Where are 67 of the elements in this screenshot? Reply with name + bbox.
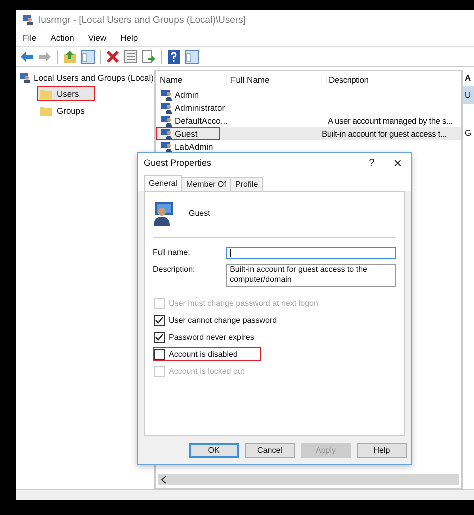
tab[interactable]: General: [144, 175, 182, 191]
checkbox[interactable]: [154, 348, 165, 360]
folder-icon: [40, 88, 52, 98]
delete-icon[interactable]: [106, 50, 120, 64]
tab[interactable]: Profile: [230, 177, 264, 191]
user-name: Admin: [175, 90, 200, 100]
user-icon: [161, 102, 173, 114]
back-arrow-icon[interactable]: [20, 50, 34, 62]
column-header[interactable]: Full Name: [226, 74, 326, 84]
close-button[interactable]: ×: [385, 155, 411, 171]
tree-item[interactable]: Users: [37, 86, 95, 101]
column-header[interactable]: Description: [326, 74, 461, 84]
field-label: Full name:: [153, 247, 192, 257]
properties-icon[interactable]: [124, 50, 138, 64]
dialog-button[interactable]: Cancel: [245, 442, 295, 458]
folder-up-icon[interactable]: [63, 50, 77, 64]
users-computer-icon: [19, 72, 31, 84]
checkbox-label: User must change password at next logon: [169, 298, 318, 308]
pane-icon[interactable]: [185, 50, 199, 64]
field-label: Description:: [153, 264, 196, 274]
tree-root[interactable]: Local Users and Groups (Local): [34, 73, 154, 83]
user-icon: [161, 140, 173, 152]
user-row[interactable]: Guest Built-in account for guest access t...: [156, 127, 461, 140]
text-field[interactable]: [226, 247, 396, 259]
menu-item[interactable]: File: [23, 33, 37, 43]
actions-header: A: [464, 72, 472, 85]
tree-item[interactable]: Groups: [37, 103, 95, 118]
actions-item[interactable]: G: [463, 124, 474, 142]
user-description: A user account managed by the s...: [327, 116, 454, 126]
menu-item[interactable]: Action: [50, 33, 74, 43]
checkbox[interactable]: [154, 332, 165, 342]
window-title: lusrmgr - [Local Users and Groups (Local)\Users]: [39, 14, 246, 26]
menu-item[interactable]: Help: [120, 33, 138, 43]
user-description: Built-in account for guest access t...: [321, 128, 448, 138]
dialog-title: Guest Properties: [144, 158, 212, 168]
checkbox-label: User cannot change password: [169, 316, 278, 324]
user-name: LabAdmin: [175, 142, 214, 152]
actions-item[interactable]: U: [463, 86, 474, 104]
user-row[interactable]: Admin: [156, 88, 461, 101]
folder-icon: [40, 106, 52, 116]
user-name: Administrator: [175, 102, 226, 112]
user-icon: [161, 114, 173, 126]
user-name: DefaultAcco...: [175, 116, 228, 126]
checkbox-label: Account is locked out: [169, 366, 245, 376]
help-button[interactable]: ?: [359, 158, 385, 168]
help-icon[interactable]: [167, 50, 181, 64]
user-row[interactable]: LabAdmin: [156, 140, 461, 153]
export-icon[interactable]: [142, 50, 156, 64]
checkbox-label: Password never expires: [169, 332, 254, 342]
horizontal-scrollbar[interactable]: [158, 474, 459, 485]
checkbox[interactable]: [154, 314, 165, 326]
scroll-left-icon[interactable]: [161, 476, 167, 484]
user-icon: [161, 88, 173, 100]
menu-item[interactable]: View: [88, 33, 107, 43]
user-icon: [161, 128, 173, 140]
description-field[interactable]: Built-in account for guest access to the computer/domain: [226, 264, 396, 287]
user-name: Guest: [175, 128, 198, 138]
tab[interactable]: Member Of: [181, 177, 232, 191]
dialog-button[interactable]: Help: [357, 442, 407, 458]
dialog-button[interactable]: OK: [189, 442, 239, 458]
pane-icon[interactable]: [81, 50, 95, 64]
user-row[interactable]: Administrator: [156, 101, 461, 114]
user-name: Guest: [189, 208, 210, 218]
user-row[interactable]: DefaultAcco... A user account managed by the s...: [156, 114, 461, 127]
checkbox-label: Account is disabled: [169, 350, 238, 358]
column-header[interactable]: Name: [156, 74, 226, 84]
users-computer-icon: [22, 14, 34, 26]
